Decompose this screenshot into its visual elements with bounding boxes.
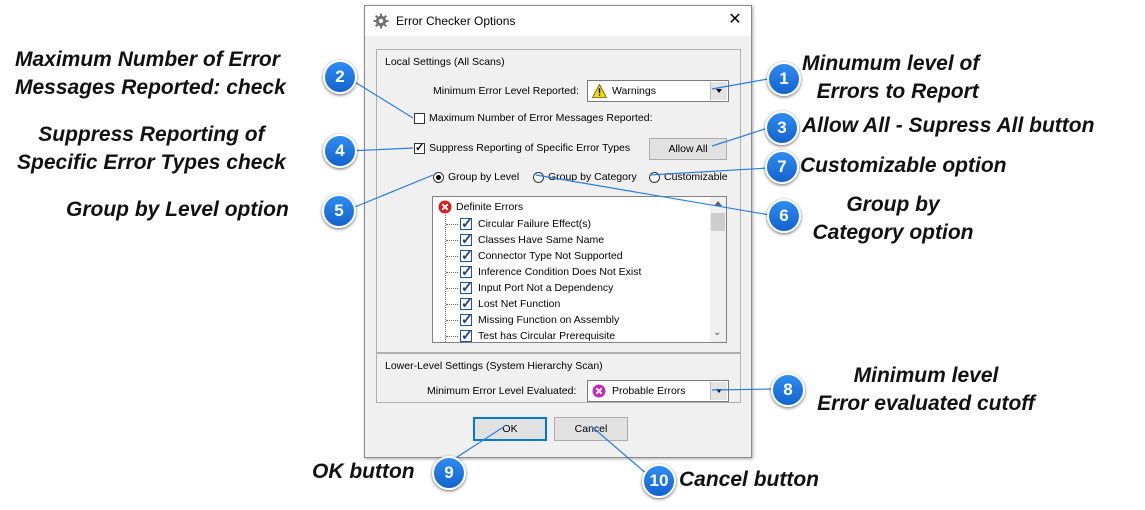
line-8 [711,388,774,391]
callout-badge-7: 7 [765,150,799,184]
callout-4-line1: Suppress Reporting of [38,123,265,146]
line-2 [349,78,414,119]
callout-badge-9: 9 [432,456,466,490]
callout-text-8: Minimum level Error evaluated cutoff [806,362,1046,418]
callout-badge-1: 1 [767,62,801,96]
callout-text-1: Minumum level of Errors to Report [802,50,979,106]
callout-4-line2: Specific Error Types check [17,151,286,174]
callout-badge-8: 8 [771,373,805,407]
callout-badge-4: 4 [323,134,357,168]
callout-text-3: Allow All - Supress All button [802,114,1095,137]
line-7 [649,167,769,176]
line-4 [347,147,414,152]
callout-6-line2: Category option [812,221,974,244]
callout-2-line1: Maximum Number of Error [15,48,280,71]
callout-badge-3: 3 [765,111,799,145]
line-1 [711,78,769,90]
callout-1-line2: Errors to Report [816,80,979,103]
callout-text-4: Suppress Reporting of Specific Error Typ… [17,121,286,177]
callout-text-9: OK button [312,460,415,483]
line-3 [711,127,769,147]
line-6 [535,174,771,216]
callout-badge-10: 10 [642,464,676,498]
callout-badge-5: 5 [322,194,356,228]
callout-8-line2: Error evaluated cutoff [817,392,1035,415]
callout-text-10: Cancel button [679,468,819,491]
line-10 [590,425,649,476]
callout-text-6: Group by Category option [804,191,982,247]
callout-1-line1: Minumum level of [802,52,980,75]
callout-2-line2: Messages Reported: check [15,76,286,99]
callout-text-5: Group by Level option [66,198,289,221]
callout-badge-2: 2 [323,60,357,94]
callout-text-2: Maximum Number of Error Messages Reporte… [15,46,286,102]
callout-6-line1: Group by [846,193,940,216]
callout-text-7: Customizable option [800,154,1007,177]
callout-badge-6: 6 [767,199,801,233]
line-5 [349,174,434,210]
callout-8-line1: Minimum level [853,364,999,387]
